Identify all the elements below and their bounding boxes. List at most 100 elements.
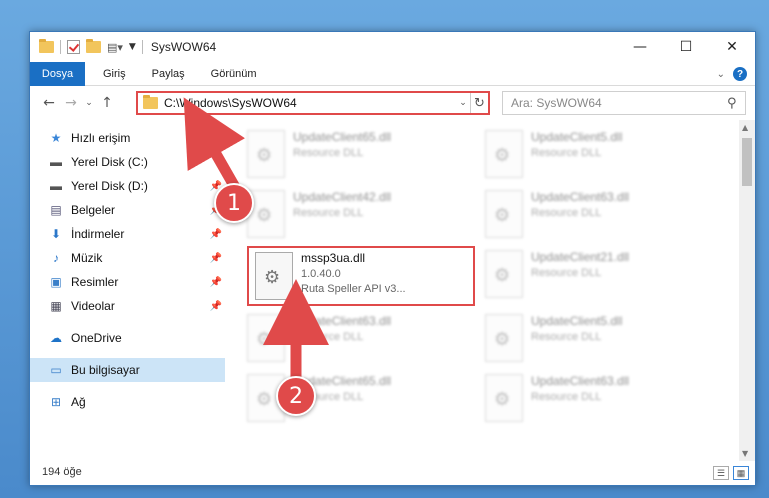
forward-icon[interactable]: →: [60, 95, 82, 111]
list-item[interactable]: UpdateClient63.dll Resource DLL: [485, 370, 700, 430]
chevron-down-icon[interactable]: ▼: [129, 42, 136, 52]
help-icon[interactable]: ?: [733, 67, 747, 81]
sidebar-item-music[interactable]: ♪ Müzik 📌: [30, 246, 225, 270]
pin-icon[interactable]: 📌: [210, 253, 222, 264]
properties-icon[interactable]: [67, 40, 80, 54]
network-icon: ⊞: [50, 395, 62, 409]
dll-file-icon: [485, 250, 523, 298]
file-name: UpdateClient65.dll: [293, 130, 392, 144]
star-icon: ★: [50, 131, 62, 145]
list-item[interactable]: UpdateClient42.dll Resource DLL: [247, 186, 462, 246]
sidebar-item-disk-d[interactable]: ▬ Yerel Disk (D:) 📌: [30, 174, 225, 198]
cloud-icon: ☁: [50, 331, 62, 345]
expand-ribbon-icon[interactable]: ⌄: [717, 69, 725, 80]
music-icon: ♪: [53, 251, 59, 265]
scroll-up-icon[interactable]: ▲: [742, 123, 748, 132]
sidebar-item-label: Bu bilgisayar: [71, 363, 140, 377]
step-badge-1: 1: [214, 183, 254, 223]
sidebar-item-label: Yerel Disk (D:): [71, 179, 148, 193]
dll-file-icon: [255, 252, 293, 300]
pin-icon[interactable]: 📌: [210, 229, 222, 240]
item-count: 194 öğe: [42, 466, 82, 478]
dll-file-icon: [485, 374, 523, 422]
file-name: UpdateClient63.dll: [531, 374, 630, 388]
navigation-pane: ★ Hızlı erişim ▬ Yerel Disk (C:) ▬ Yerel…: [30, 126, 225, 461]
file-description: Resource DLL: [531, 207, 602, 219]
file-description: Ruta Speller API v3...: [301, 283, 406, 295]
computer-icon: ▭: [50, 363, 62, 377]
sidebar-item-onedrive[interactable]: ☁ OneDrive: [30, 326, 225, 350]
file-description: Resource DLL: [531, 331, 602, 343]
sidebar-item-videos[interactable]: ▦ Videolar 📌: [30, 294, 225, 318]
sidebar-item-network[interactable]: ⊞ Ağ: [30, 390, 225, 414]
pin-icon[interactable]: 📌: [210, 277, 222, 288]
sidebar-item-label: Ağ: [71, 395, 86, 409]
list-item[interactable]: UpdateClient5.dll Resource DLL: [485, 310, 700, 370]
list-item[interactable]: UpdateClient5.dll Resource DLL: [485, 126, 700, 186]
pictures-icon: ▣: [50, 275, 62, 289]
sidebar-item-downloads[interactable]: ⬇ İndirmeler 📌: [30, 222, 225, 246]
tab-file[interactable]: Dosya: [30, 61, 85, 86]
sidebar-item-pictures[interactable]: ▣ Resimler 📌: [30, 270, 225, 294]
dll-file-icon: [485, 130, 523, 178]
sidebar-item-label: Yerel Disk (C:): [71, 155, 148, 169]
highlighted-file-item[interactable]: mssp3ua.dll 1.0.40.0 Ruta Speller API v3…: [247, 246, 475, 306]
address-path[interactable]: C:\Windows\SysWOW64: [164, 96, 456, 110]
file-version: 1.0.40.0: [301, 268, 341, 280]
scroll-down-icon[interactable]: ▼: [742, 449, 748, 458]
tab-home[interactable]: Giriş: [103, 68, 126, 80]
pin-icon[interactable]: 📌: [210, 301, 222, 312]
sidebar-item-label: Müzik: [71, 251, 103, 265]
list-item[interactable]: UpdateClient65.dll Resource DLL: [247, 126, 462, 186]
address-bar[interactable]: C:\Windows\SysWOW64 ⌄ ↻: [136, 91, 490, 115]
search-input[interactable]: Ara: SysWOW64 ⚲: [502, 91, 746, 115]
file-name: UpdateClient63.dll: [293, 314, 392, 328]
sidebar-item-label: Videolar: [71, 299, 115, 313]
step-badge-2: 2: [276, 376, 316, 416]
file-description: Resource DLL: [293, 207, 364, 219]
divider: [141, 40, 143, 54]
sidebar-item-this-pc[interactable]: ▭ Bu bilgisayar: [30, 358, 225, 382]
search-placeholder[interactable]: Ara: SysWOW64: [511, 96, 727, 110]
document-icon: ▤: [50, 203, 62, 217]
details-view-icon[interactable]: ☰: [713, 466, 729, 480]
file-description: Resource DLL: [531, 147, 602, 159]
scrollbar-thumb[interactable]: [742, 138, 752, 186]
sidebar-item-quick-access[interactable]: ★ Hızlı erişim: [30, 126, 225, 150]
vertical-scrollbar[interactable]: ▲ ▼: [739, 120, 755, 461]
file-name: UpdateClient42.dll: [293, 190, 392, 204]
tab-share[interactable]: Paylaş: [152, 68, 185, 80]
video-icon: ▦: [50, 299, 62, 313]
back-icon[interactable]: ←: [38, 95, 60, 111]
list-item[interactable]: UpdateClient21.dll Resource DLL: [485, 246, 700, 306]
recent-locations-icon[interactable]: ⌄: [82, 98, 96, 108]
up-icon[interactable]: ↑: [96, 95, 118, 111]
file-description: Resource DLL: [531, 267, 602, 279]
dll-file-icon: [485, 190, 523, 238]
search-icon: ⚲: [727, 95, 737, 111]
drive-icon: ▬: [50, 155, 62, 169]
list-item[interactable]: UpdateClient63.dll Resource DLL: [247, 310, 462, 370]
sidebar-item-disk-c[interactable]: ▬ Yerel Disk (C:): [30, 150, 225, 174]
customize-icon[interactable]: ▤▾: [107, 41, 123, 54]
sidebar-item-label: Belgeler: [71, 203, 116, 217]
folder-icon: [39, 39, 54, 53]
tiles-view-icon[interactable]: ▦: [733, 466, 749, 480]
drive-icon: ▬: [50, 179, 62, 193]
maximize-button[interactable]: ☐: [663, 32, 709, 62]
chevron-down-icon[interactable]: ⌄: [456, 98, 470, 108]
close-button[interactable]: ✕: [709, 32, 755, 62]
tab-view[interactable]: Görünüm: [211, 68, 257, 80]
new-folder-icon[interactable]: [86, 39, 101, 53]
refresh-icon[interactable]: ↻: [470, 93, 488, 113]
file-name: UpdateClient5.dll: [531, 130, 623, 144]
title-bar: ▤▾ ▼ SysWOW64 — ☐ ✕: [30, 32, 755, 62]
minimize-button[interactable]: —: [617, 32, 663, 62]
sidebar-item-documents[interactable]: ▤ Belgeler 📌: [30, 198, 225, 222]
sidebar-item-label: Resimler: [71, 275, 119, 289]
view-switcher: ☰ ▦: [713, 466, 749, 480]
list-item[interactable]: UpdateClient63.dll Resource DLL: [485, 186, 700, 246]
window-controls: — ☐ ✕: [617, 32, 755, 62]
